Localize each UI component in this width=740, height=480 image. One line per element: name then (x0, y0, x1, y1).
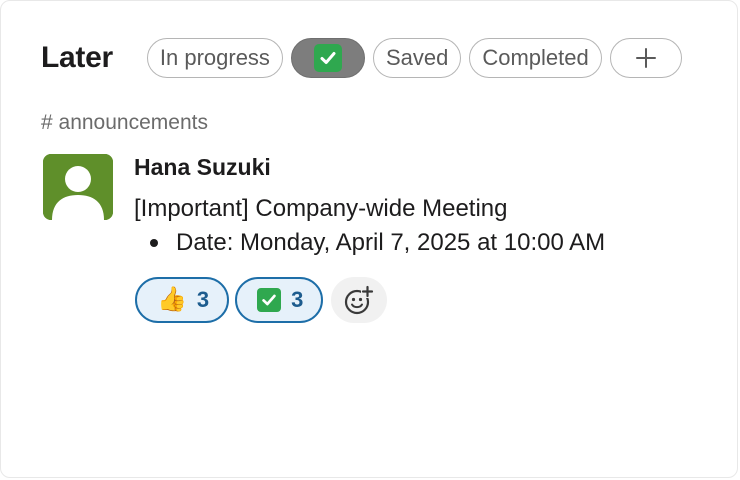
check-box-emoji-icon (313, 44, 342, 72)
reaction-count: 3 (291, 287, 304, 312)
filter-saved[interactable]: Saved (372, 38, 462, 78)
add-filter-button[interactable] (609, 38, 682, 78)
later-header: Later In progress Saved Completed (41, 35, 682, 81)
user-avatar-icon (43, 154, 113, 220)
sender-name[interactable]: Hana Suzuki (134, 151, 724, 183)
add-reaction-icon (345, 285, 375, 315)
saved-message[interactable]: Hana Suzuki [Important] Company-wide Mee… (134, 151, 724, 260)
bullet-text: Date: Monday, April 7, 2025 at 10:00 AM (176, 229, 606, 256)
check-box-emoji-icon (257, 288, 282, 312)
bullet-dot (150, 239, 158, 247)
later-panel: Later In progress Saved Completed # anno… (0, 0, 738, 478)
reaction-check[interactable]: 3 (235, 277, 324, 323)
reactions-bar: 👍 3 3 (135, 277, 388, 323)
filter-completed-emoji[interactable] (290, 38, 365, 78)
thumbs-up-emoji-icon: 👍 (157, 286, 187, 313)
reaction-thumbs-up[interactable]: 👍 3 (135, 277, 230, 323)
page-title: Later (41, 41, 113, 74)
plus-icon (635, 48, 656, 68)
message-bullet: Date: Monday, April 7, 2025 at 10:00 AM (134, 226, 724, 260)
add-reaction-button[interactable] (331, 277, 388, 323)
avatar[interactable] (43, 154, 113, 220)
channel-name[interactable]: # announcements (41, 111, 208, 135)
reaction-count: 3 (196, 287, 210, 312)
filter-completed[interactable]: Completed (469, 38, 602, 78)
message-text: [Important] Company-wide Meeting (134, 195, 508, 222)
filter-in-progress[interactable]: In progress (146, 38, 283, 78)
